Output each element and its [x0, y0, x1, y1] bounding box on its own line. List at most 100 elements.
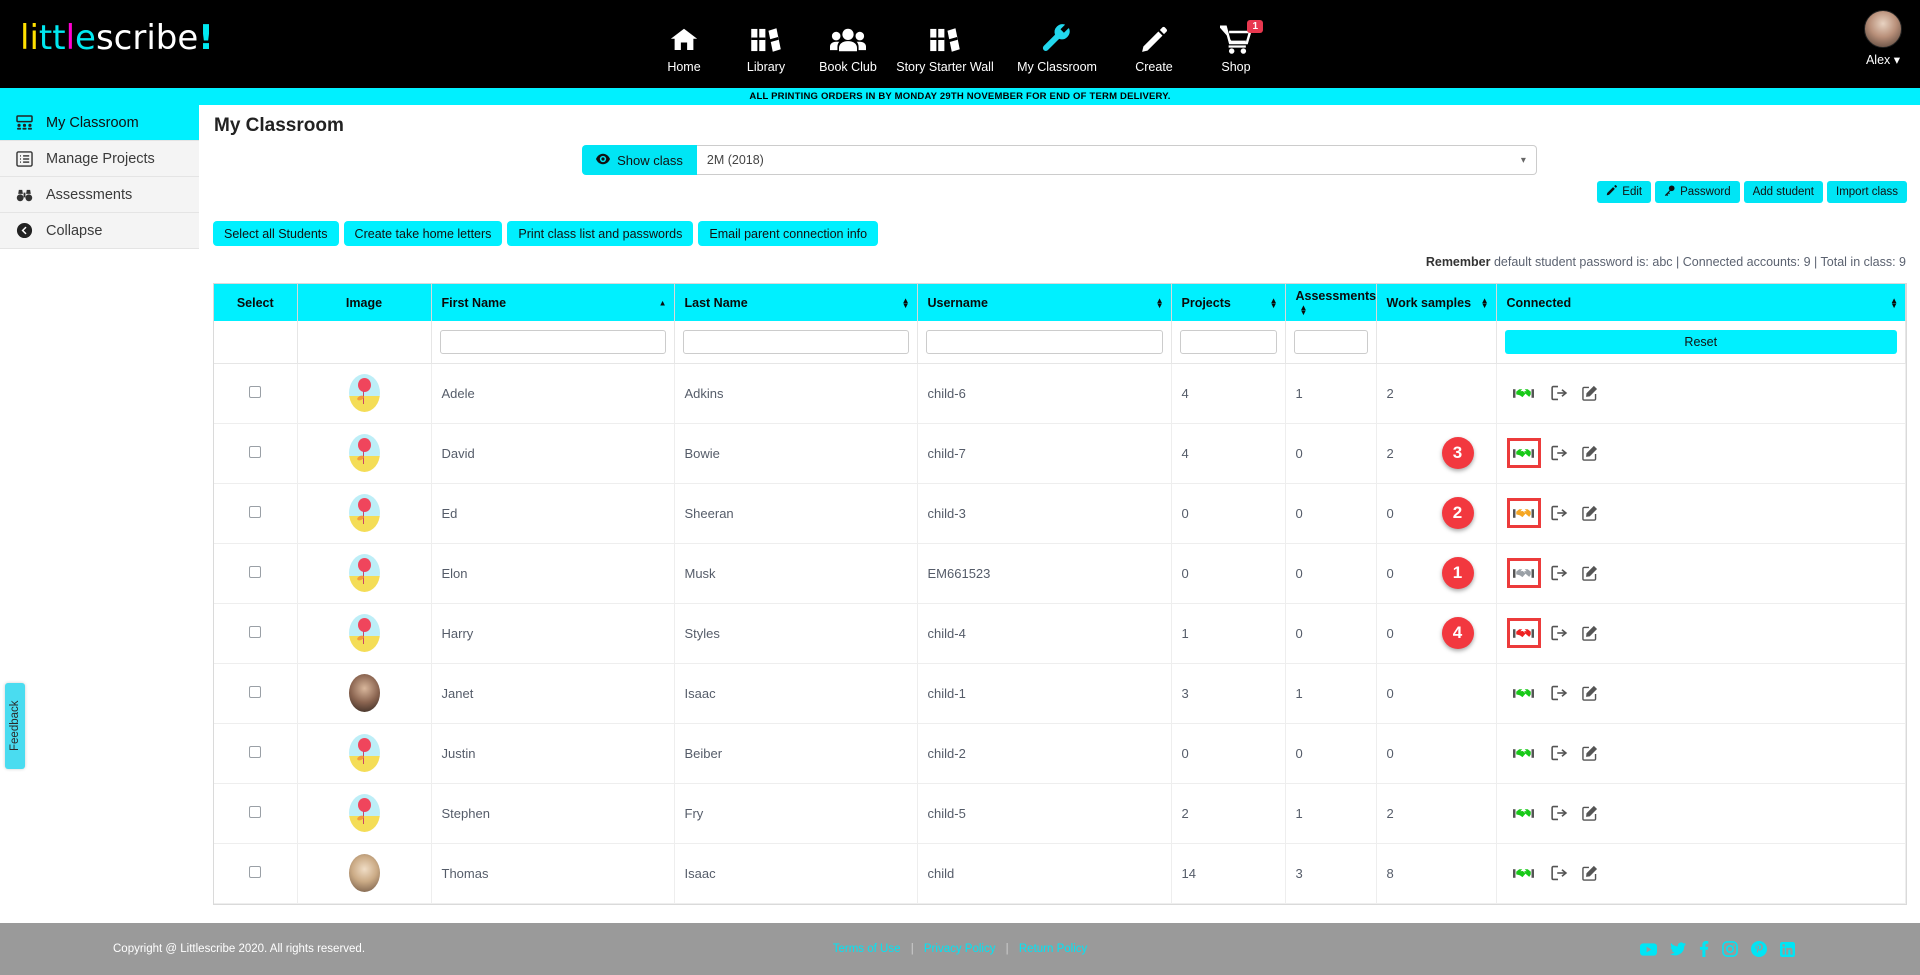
sidebar-item-assessments[interactable]: Assessments: [0, 177, 199, 213]
feedback-tab[interactable]: Feedback: [5, 683, 25, 769]
cell-username: child-3: [917, 483, 1172, 544]
nav-item-story-starter-wall[interactable]: Story Starter Wall: [889, 15, 1001, 74]
password-button[interactable]: Password: [1655, 181, 1740, 203]
student-avatar: [348, 494, 380, 532]
show-class-button[interactable]: Show class: [582, 145, 697, 175]
column-header-connected[interactable]: Connected ▲ ▼: [1496, 284, 1906, 321]
connection-status-icon[interactable]: [1511, 742, 1537, 764]
login-as-student-icon[interactable]: [1550, 565, 1568, 581]
nav-item-my-classroom[interactable]: My Classroom: [1001, 15, 1113, 74]
row-select-checkbox[interactable]: [249, 745, 262, 758]
sort-both-icon[interactable]: ▲ ▼: [1156, 296, 1164, 309]
edit-student-icon[interactable]: [1581, 745, 1598, 761]
facebook-icon[interactable]: [1699, 941, 1709, 957]
filter-input-projects[interactable]: [1179, 329, 1277, 354]
connection-status-icon[interactable]: [1506, 558, 1541, 588]
reset-filters-button[interactable]: Reset: [1504, 329, 1897, 354]
footer-link-privacy-policy[interactable]: Privacy Policy: [924, 943, 996, 955]
user-menu[interactable]: Alex ▾: [1864, 10, 1902, 67]
sidebar-item-manage-projects[interactable]: Manage Projects: [0, 141, 199, 177]
login-as-student-icon[interactable]: [1550, 625, 1568, 641]
sort-both-icon[interactable]: ▲ ▼: [1890, 296, 1898, 309]
login-as-student-icon[interactable]: [1550, 745, 1568, 761]
twitter-icon[interactable]: [1670, 942, 1686, 956]
pinterest-icon[interactable]: [1751, 941, 1767, 957]
import-class-button[interactable]: Import class: [1827, 181, 1907, 203]
nav-item-library[interactable]: Library: [725, 15, 807, 74]
linkedin-icon[interactable]: [1780, 941, 1795, 957]
class-manage-buttons: Edit Password Add student Import class: [199, 181, 1907, 203]
edit-class-button[interactable]: Edit: [1597, 181, 1652, 203]
cell-username: child-1: [917, 663, 1172, 724]
row-select-checkbox[interactable]: [249, 685, 262, 698]
row-select-checkbox[interactable]: [249, 565, 262, 578]
column-header-select[interactable]: Select: [214, 284, 298, 321]
student-avatar: [348, 734, 380, 772]
connection-status-icon[interactable]: [1506, 618, 1541, 648]
nav-item-create[interactable]: Create: [1113, 15, 1195, 74]
filter-input-last-name[interactable]: [682, 329, 909, 354]
login-as-student-icon[interactable]: [1550, 805, 1568, 821]
print-class-list-button[interactable]: Print class list and passwords: [507, 221, 694, 246]
edit-student-icon[interactable]: [1581, 805, 1598, 821]
littlescribe-logo[interactable]: littlescribe !: [20, 18, 214, 58]
edit-student-icon[interactable]: [1581, 865, 1598, 881]
edit-student-icon[interactable]: [1581, 445, 1598, 461]
column-header-image[interactable]: Image: [297, 284, 432, 321]
connection-status-icon[interactable]: [1511, 382, 1537, 404]
column-header-last-name[interactable]: Last Name ▲ ▼: [674, 284, 918, 321]
nav-item-shop[interactable]: 1 Shop: [1195, 15, 1277, 74]
edit-student-icon[interactable]: [1581, 565, 1598, 581]
footer-link-return-policy[interactable]: Return Policy: [1019, 943, 1087, 955]
column-header-assessments[interactable]: Assessments ▲ ▼: [1285, 284, 1377, 321]
row-select-checkbox[interactable]: [249, 505, 262, 518]
row-select-checkbox[interactable]: [249, 445, 262, 458]
filter-cell-select: [214, 321, 298, 364]
class-select[interactable]: 2M (2018) ▾: [696, 145, 1537, 175]
sort-both-icon[interactable]: ▲ ▼: [1270, 296, 1278, 309]
cell-select: [214, 363, 298, 424]
edit-student-icon[interactable]: [1581, 505, 1598, 521]
connection-status-icon[interactable]: [1511, 802, 1537, 824]
instagram-icon[interactable]: [1722, 941, 1738, 957]
column-label: Connected: [1506, 295, 1572, 310]
sort-both-icon[interactable]: ▲ ▼: [1300, 304, 1308, 317]
connection-status-icon[interactable]: [1506, 498, 1541, 528]
edit-student-icon[interactable]: [1581, 385, 1598, 401]
column-header-username[interactable]: Username ▲ ▼: [917, 284, 1172, 321]
footer-link-terms-of-use[interactable]: Terms of Use: [833, 943, 901, 955]
nav-item-book-club[interactable]: Book Club: [807, 15, 889, 74]
filter-input-assessments[interactable]: [1293, 329, 1368, 354]
sort-both-icon[interactable]: ▲ ▼: [1481, 296, 1489, 309]
add-student-button[interactable]: Add student: [1743, 181, 1823, 203]
email-parent-connection-button[interactable]: Email parent connection info: [698, 221, 879, 246]
sort-asc-icon[interactable]: ▲: [659, 299, 667, 307]
youtube-icon[interactable]: [1640, 942, 1657, 956]
sidebar-item-my-classroom[interactable]: My Classroom: [0, 105, 199, 141]
connection-status-icon[interactable]: [1511, 862, 1537, 884]
filter-input-first-name[interactable]: [439, 329, 666, 354]
connection-status-icon[interactable]: [1506, 438, 1541, 468]
sort-both-icon[interactable]: ▲ ▼: [902, 296, 910, 309]
column-header-first-name[interactable]: First Name ▲: [431, 284, 675, 321]
row-select-checkbox[interactable]: [249, 625, 262, 638]
create-take-home-letters-button[interactable]: Create take home letters: [343, 221, 503, 246]
column-header-work-samples[interactable]: Work samples ▲ ▼: [1376, 284, 1497, 321]
edit-student-icon[interactable]: [1581, 625, 1598, 641]
cell-select: [214, 723, 298, 784]
nav-item-home[interactable]: Home: [643, 15, 725, 74]
login-as-student-icon[interactable]: [1550, 445, 1568, 461]
row-select-checkbox[interactable]: [249, 385, 262, 398]
column-header-projects[interactable]: Projects ▲ ▼: [1171, 284, 1286, 321]
login-as-student-icon[interactable]: [1550, 685, 1568, 701]
select-all-students-button[interactable]: Select all Students: [213, 221, 339, 246]
row-select-checkbox[interactable]: [249, 865, 262, 878]
sidebar-item-collapse[interactable]: Collapse: [0, 213, 199, 249]
edit-student-icon[interactable]: [1581, 685, 1598, 701]
login-as-student-icon[interactable]: [1550, 385, 1568, 401]
row-select-checkbox[interactable]: [249, 805, 262, 818]
login-as-student-icon[interactable]: [1550, 865, 1568, 881]
filter-input-username[interactable]: [925, 329, 1163, 354]
connection-status-icon[interactable]: [1511, 682, 1537, 704]
login-as-student-icon[interactable]: [1550, 505, 1568, 521]
